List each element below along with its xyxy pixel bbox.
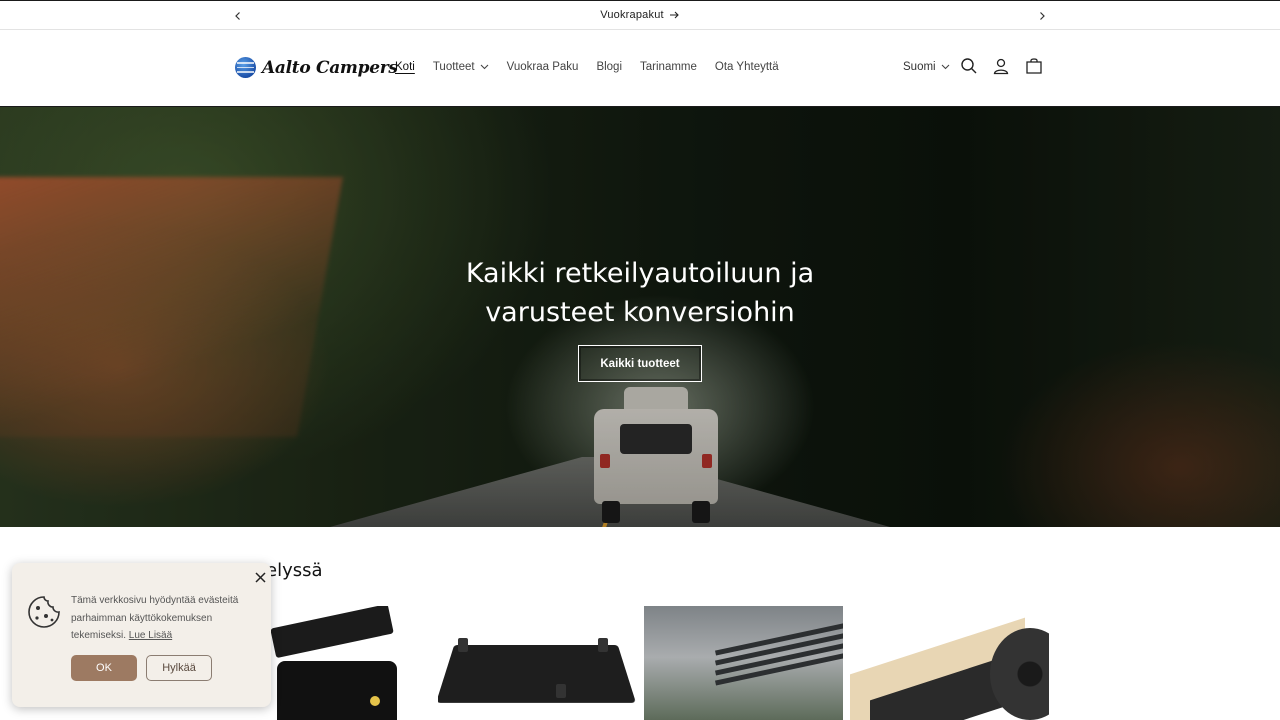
nav-item-rent-van[interactable]: Vuokraa Paku [507, 61, 579, 73]
read-more-link[interactable]: Lue Lisää [129, 630, 172, 641]
announcement-prev-button[interactable] [229, 7, 247, 25]
announcement-text: Vuokrapakut [600, 9, 664, 21]
featured-title: elyssä [266, 560, 323, 581]
hero-banner: Kaikki retkeilyautoiluun ja varusteet ko… [0, 107, 1280, 527]
nav-item-story[interactable]: Tarinamme [640, 61, 697, 73]
announcement-link[interactable]: Vuokrapakut [600, 9, 680, 21]
announcement-next-button[interactable] [1033, 7, 1051, 25]
arrow-right-icon [669, 11, 679, 19]
chevron-down-icon [941, 64, 949, 70]
language-selector[interactable]: Suomi [903, 61, 950, 73]
logo[interactable]: Aalto Campers [235, 57, 398, 78]
search-icon [961, 58, 977, 74]
chevron-down-icon [480, 64, 488, 70]
site-header: Aalto Campers Koti Tuotteet Vuokraa Paku… [0, 30, 1280, 107]
nav-item-label: Blogi [596, 61, 623, 73]
all-products-button[interactable]: Kaikki tuotteet [578, 345, 702, 382]
nav-item-label: Vuokraa Paku [506, 61, 579, 73]
nav-item-blog[interactable]: Blogi [596, 61, 622, 73]
chevron-right-icon [1040, 12, 1045, 20]
product-card[interactable] [438, 606, 637, 720]
main-nav: Koti Tuotteet Vuokraa Paku Blogi Tarinam… [395, 61, 779, 73]
nav-item-label: Koti [395, 61, 415, 73]
language-label: Suomi [903, 61, 936, 73]
nav-item-contact[interactable]: Ota Yhteyttä [715, 61, 779, 73]
cookie-close-button[interactable] [250, 567, 270, 587]
account-button[interactable] [990, 55, 1012, 77]
cookie-icon [26, 594, 62, 630]
cart-button[interactable] [1023, 55, 1045, 77]
announcement-bar: Vuokrapakut [0, 0, 1280, 30]
logo-text: Aalto Campers [262, 57, 398, 78]
chevron-left-icon [235, 12, 240, 20]
cookie-ok-button[interactable]: OK [71, 655, 137, 681]
cart-icon [1026, 58, 1042, 74]
search-button[interactable] [958, 55, 980, 77]
nav-item-label: Ota Yhteyttä [714, 61, 779, 73]
logo-globe-icon [235, 57, 256, 78]
close-icon [254, 571, 266, 583]
nav-item-label: Tarinamme [640, 61, 697, 73]
nav-item-home[interactable]: Koti [395, 61, 415, 73]
cookie-reject-button[interactable]: Hylkää [146, 655, 212, 681]
user-icon [993, 58, 1009, 75]
cookie-popup: Tämä verkkosivu hyödyntää evästeitä parh… [12, 563, 271, 707]
cookie-message: Tämä verkkosivu hyödyntää evästeitä parh… [71, 592, 261, 645]
product-card[interactable] [850, 606, 1049, 720]
nav-item-label: Tuotteet [432, 61, 475, 73]
product-card[interactable] [644, 606, 843, 720]
product-grid [232, 606, 1049, 720]
hero-title: Kaikki retkeilyautoiluun ja varusteet ko… [465, 258, 815, 328]
nav-item-products[interactable]: Tuotteet [433, 61, 489, 73]
